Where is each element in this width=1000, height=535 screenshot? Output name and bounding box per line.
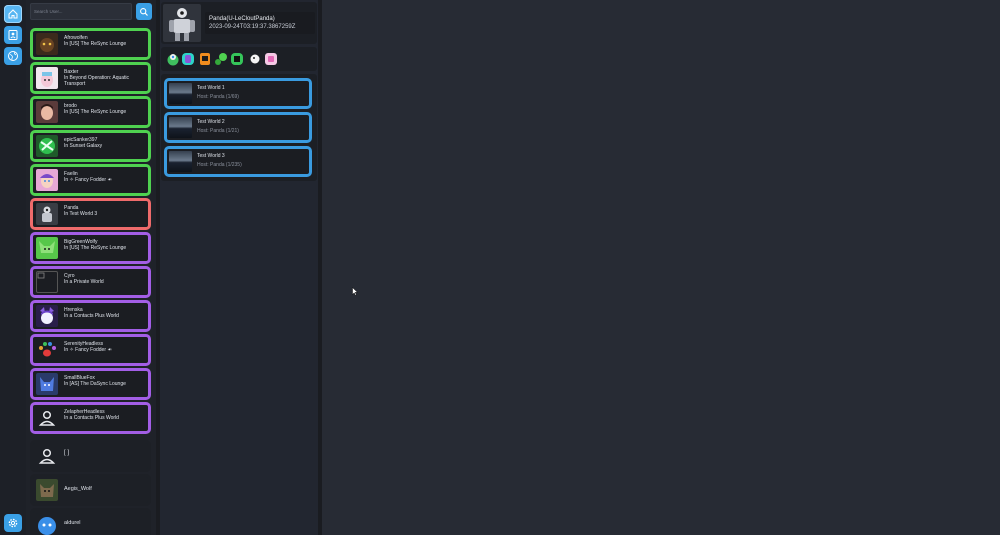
- world-host: Host: Panda (1/69): [197, 94, 239, 100]
- user-icon: [38, 448, 56, 464]
- registration-date: 2023-09-24T03:19:37.3867259Z: [209, 23, 296, 30]
- mouse-cursor-icon: [352, 287, 358, 296]
- world-host: Host: Panda (1/21): [197, 128, 239, 134]
- green-phone-badge-icon: [231, 53, 243, 65]
- globe-icon: [8, 51, 18, 61]
- friend-card[interactable]: Panda In Test World 3: [30, 198, 151, 230]
- pink-badge-icon: [265, 53, 277, 65]
- friend-card[interactable]: brodo In [US] The ReSync Lounge: [30, 96, 151, 128]
- avatar-placeholder: [36, 407, 58, 429]
- username: Panda(U-LeCloutPanda): [209, 16, 275, 22]
- worlds-button[interactable]: [4, 47, 22, 65]
- avatar: [36, 101, 58, 123]
- friend-location: In [US] The ReSync Lounge: [64, 245, 127, 251]
- friend-card[interactable]: aldurel: [30, 508, 151, 535]
- friend-card[interactable]: SerenityHeadless In ✧ Fancy Fodder ☙: [30, 334, 151, 366]
- friend-location: In [AS] The DaSync Lounge: [64, 381, 126, 387]
- search-icon: [140, 7, 148, 16]
- friend-location: In ✧ Fancy Fodder ☙: [64, 347, 112, 353]
- world-thumbnail: [169, 151, 192, 172]
- avatar: [36, 169, 58, 191]
- avatar: [36, 305, 58, 327]
- friend-location: In Sunset Galaxy: [64, 143, 103, 149]
- friend-location: In a Private World: [64, 279, 104, 285]
- world-name: Test World 2: [197, 119, 225, 125]
- settings-button[interactable]: [4, 514, 22, 532]
- cyan-badge-icon: [182, 53, 194, 65]
- friend-card[interactable]: Cyro In a Private World: [30, 266, 151, 298]
- friend-location: In [US] The ReSync Lounge: [64, 109, 127, 115]
- profile-avatar: [163, 4, 201, 42]
- friend-location: In a Contacts Plus World: [64, 415, 119, 421]
- friend-location: In ✧ Fancy Fodder ☙: [64, 177, 112, 183]
- friends-list: Afrowolfen In [US] The ReSync Lounge Bax…: [26, 0, 156, 535]
- avatar: [36, 67, 58, 89]
- avatar: [36, 33, 58, 55]
- friend-card[interactable]: ZelapherHeadless In a Contacts Plus Worl…: [30, 402, 151, 434]
- friend-card[interactable]: Afrowolfen In [US] The ReSync Lounge: [30, 28, 151, 60]
- avatar: [36, 339, 58, 361]
- avatar: [36, 203, 58, 225]
- world-thumbnail: [169, 117, 192, 138]
- friend-location: In [US] The ReSync Lounge: [64, 41, 127, 47]
- world-thumbnail: [169, 83, 192, 104]
- user-icon: [38, 410, 56, 426]
- friend-card[interactable]: SmallBlueFox In [AS] The DaSync Lounge: [30, 368, 151, 400]
- avatar: [36, 135, 58, 157]
- friend-location: In Test World 3: [64, 211, 98, 217]
- world-list: Test World 1 Host: Panda (1/69) Test Wor…: [161, 74, 317, 181]
- avatar: [36, 237, 58, 259]
- contact-card-icon: [8, 30, 18, 40]
- avatar: [36, 513, 58, 535]
- world-card[interactable]: Test World 3 Host: Panda (1/235): [164, 146, 312, 177]
- friend-location: In Beyond Operation: Aquatic Transport: [64, 75, 130, 87]
- badge-row: [161, 47, 317, 71]
- friend-card[interactable]: Baxter In Beyond Operation: Aquatic Tran…: [30, 62, 151, 94]
- friend-card[interactable]: Faelin In ✧ Fancy Fodder ☙: [30, 164, 151, 196]
- column-divider: [318, 0, 322, 535]
- friend-name: Aegis_Wolf: [64, 486, 92, 492]
- search-bar: [30, 3, 152, 20]
- avatar-placeholder: [36, 445, 58, 467]
- friend-card[interactable]: BigGreenWolfy In [US] The ReSync Lounge: [30, 232, 151, 264]
- home-button[interactable]: [4, 5, 22, 23]
- world-card[interactable]: Test World 2 Host: Panda (1/21): [164, 112, 312, 143]
- nav-rail: [0, 0, 26, 535]
- mentor-badge-icon: [167, 54, 179, 66]
- search-button[interactable]: [136, 3, 152, 20]
- friend-card[interactable]: Hrenska In a Contacts Plus World: [30, 300, 151, 332]
- gear-icon: [8, 518, 18, 528]
- friend-location: In a Contacts Plus World: [64, 313, 119, 319]
- friend-card[interactable]: epicSanker397 In Sunset Galaxy: [30, 130, 151, 162]
- profile-button[interactable]: [4, 26, 22, 44]
- friend-name: aldurel: [64, 520, 81, 526]
- home-icon: [8, 9, 18, 19]
- avatar: [36, 271, 58, 293]
- profile-panel: Panda(U-LeCloutPanda) 2023-09-24T03:19:3…: [160, 0, 318, 535]
- friend-card[interactable]: Aegis_Wolf: [30, 474, 151, 506]
- world-host: Host: Panda (1/235): [197, 162, 242, 168]
- green-badge-icon: [215, 53, 227, 65]
- friend-location: [ ]: [64, 450, 70, 456]
- world-name: Test World 1: [197, 85, 225, 91]
- user-info: Panda(U-LeCloutPanda) 2023-09-24T03:19:3…: [205, 12, 315, 34]
- orange-badge-icon: [200, 53, 210, 65]
- search-input[interactable]: [30, 3, 132, 20]
- avatar: [36, 373, 58, 395]
- white-badge-icon: [250, 54, 260, 64]
- profile-header: Panda(U-LeCloutPanda) 2023-09-24T03:19:3…: [161, 2, 317, 44]
- world-card[interactable]: Test World 1 Host: Panda (1/69): [164, 78, 312, 109]
- friend-card[interactable]: [ ]: [30, 440, 151, 472]
- world-name: Test World 3: [197, 153, 225, 159]
- avatar: [36, 479, 58, 501]
